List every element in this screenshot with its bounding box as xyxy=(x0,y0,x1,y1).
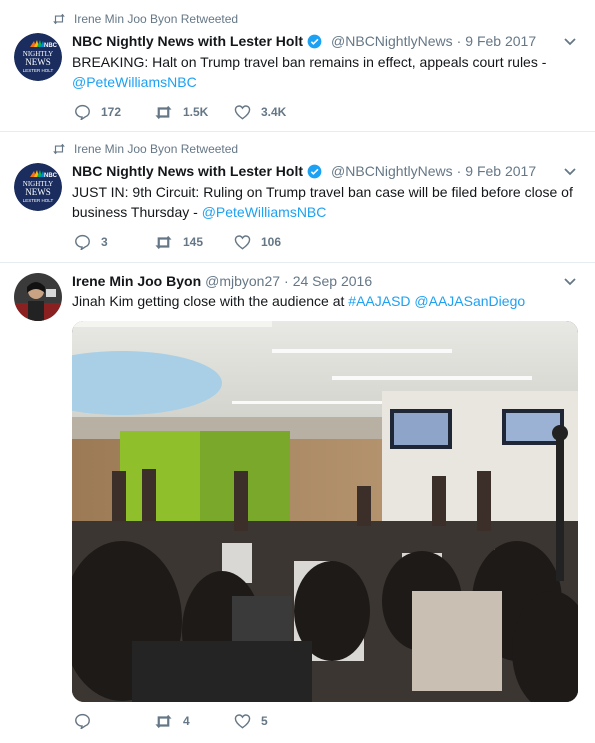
avatar-text-4: LESTER HOLT xyxy=(23,198,54,203)
avatar-text-1: NBC xyxy=(44,173,58,179)
separator-dot: · xyxy=(456,33,462,49)
tweet-text: BREAKING: Halt on Trump travel ban remai… xyxy=(72,52,582,92)
tweet-date[interactable]: 9 Feb 2017 xyxy=(465,163,536,179)
tweet-1[interactable]: Irene Min Joo Byon Retweeted NBC NIGHTLY… xyxy=(0,0,595,132)
avatar-text-3: NEWS xyxy=(25,187,51,197)
verified-icon xyxy=(307,164,322,179)
retweet-icon xyxy=(53,143,65,155)
chevron-down-icon[interactable] xyxy=(563,164,577,182)
reply-button[interactable]: 3 xyxy=(74,234,154,250)
reply-button[interactable] xyxy=(74,713,154,729)
avatar[interactable] xyxy=(14,273,62,321)
chevron-down-icon[interactable] xyxy=(563,274,577,292)
display-name[interactable]: NBC Nightly News with Lester Holt xyxy=(72,163,303,179)
tweet-date[interactable]: 9 Feb 2017 xyxy=(465,33,536,49)
retweet-context-label: Irene Min Joo Byon Retweeted xyxy=(74,142,239,156)
retweet-count: 4 xyxy=(183,714,190,728)
reply-icon xyxy=(75,104,90,120)
tweet-2[interactable]: Irene Min Joo Byon Retweeted NBC NIGHTLY… xyxy=(0,132,595,263)
tweet-body-line-2: business Thursday - xyxy=(72,204,198,220)
like-button[interactable]: 3.4K xyxy=(234,104,314,120)
tweet-body: Jinah Kim getting close with the audienc… xyxy=(72,293,345,309)
reply-count: 172 xyxy=(101,105,122,119)
user-handle[interactable]: @NBCNightlyNews xyxy=(331,163,453,179)
retweet-context: Irene Min Joo Byon Retweeted xyxy=(52,12,238,26)
heart-icon xyxy=(234,714,251,729)
tweet-photo[interactable] xyxy=(72,321,578,702)
retweet-button[interactable]: 145 xyxy=(154,235,234,250)
tweet-actions: 4 5 xyxy=(74,713,314,729)
separator-dot: · xyxy=(456,163,462,179)
like-button[interactable]: 5 xyxy=(234,713,314,729)
tweet-3[interactable]: Irene Min Joo Byon @mjbyon27 · 24 Sep 20… xyxy=(0,263,595,743)
tweet-text: JUST IN: 9th Circuit: Ruling on Trump tr… xyxy=(72,182,582,222)
avatar-text-3: NEWS xyxy=(25,57,51,67)
mention-link[interactable]: @AAJASanDiego xyxy=(414,293,525,309)
retweet-icon xyxy=(155,235,172,249)
retweet-count: 1.5K xyxy=(183,105,209,119)
like-count: 5 xyxy=(261,714,268,728)
tweet-header: Irene Min Joo Byon @mjbyon27 · 24 Sep 20… xyxy=(72,273,372,289)
tweet-actions: 172 1.5K 3.4K xyxy=(74,104,314,120)
reply-icon xyxy=(75,713,90,729)
mention-link[interactable]: @PeteWilliamsNBC xyxy=(202,204,327,220)
like-count: 106 xyxy=(261,235,282,249)
reply-icon xyxy=(75,234,90,250)
heart-icon xyxy=(234,105,251,120)
separator-dot: · xyxy=(284,273,289,289)
like-count: 3.4K xyxy=(261,105,287,119)
like-button[interactable]: 106 xyxy=(234,234,314,250)
retweet-count: 145 xyxy=(183,235,204,249)
mention-link[interactable]: @PeteWilliamsNBC xyxy=(72,74,197,90)
tweet-body-line-1: JUST IN: 9th Circuit: Ruling on Trump tr… xyxy=(72,184,573,200)
retweet-icon xyxy=(155,714,172,728)
display-name[interactable]: NBC Nightly News with Lester Holt xyxy=(72,33,303,49)
avatar-text-1: NBC xyxy=(44,43,58,49)
heart-icon xyxy=(234,235,251,250)
avatar[interactable]: NBC NIGHTLY NEWS LESTER HOLT xyxy=(14,33,62,81)
tweet-actions: 3 145 106 xyxy=(74,234,314,250)
retweet-icon xyxy=(155,105,172,119)
retweet-context-label: Irene Min Joo Byon Retweeted xyxy=(74,12,239,26)
avatar-text-4: LESTER HOLT xyxy=(23,68,54,73)
verified-icon xyxy=(307,34,322,49)
retweet-button[interactable]: 4 xyxy=(154,714,234,729)
avatar[interactable]: NBC NIGHTLY NEWS LESTER HOLT xyxy=(14,163,62,211)
tweet-text: Jinah Kim getting close with the audienc… xyxy=(72,291,582,311)
tweet-body: BREAKING: Halt on Trump travel ban remai… xyxy=(72,54,547,70)
tweet-header: NBC Nightly News with Lester Holt @NBCNi… xyxy=(72,163,536,179)
user-handle[interactable]: @mjbyon27 xyxy=(205,273,280,289)
display-name[interactable]: Irene Min Joo Byon xyxy=(72,273,201,289)
user-handle[interactable]: @NBCNightlyNews xyxy=(331,33,453,49)
reply-button[interactable]: 172 xyxy=(74,104,154,120)
hashtag-link[interactable]: #AAJASD xyxy=(348,293,410,309)
chevron-down-icon[interactable] xyxy=(563,34,577,52)
retweet-context: Irene Min Joo Byon Retweeted xyxy=(52,142,238,156)
tweet-date[interactable]: 24 Sep 2016 xyxy=(293,273,372,289)
retweet-button[interactable]: 1.5K xyxy=(154,105,234,120)
reply-count: 3 xyxy=(101,235,108,249)
tweet-header: NBC Nightly News with Lester Holt @NBCNi… xyxy=(72,33,536,49)
retweet-icon xyxy=(53,13,65,25)
